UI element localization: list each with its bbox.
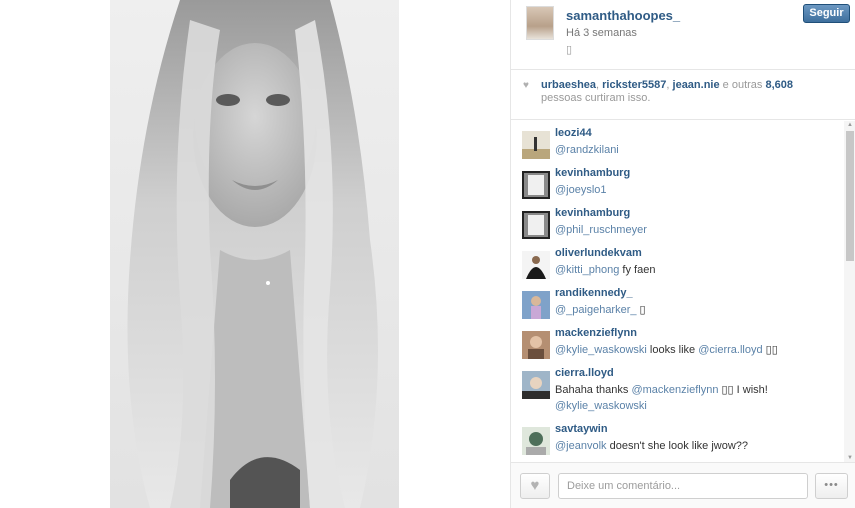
comment-username[interactable]: mackenzieflynn (555, 327, 637, 339)
avatar[interactable] (522, 427, 550, 455)
comment-text: @jeanvolk doesn't she look like jwow?? (555, 438, 835, 454)
comment-username[interactable]: kevinhamburg (555, 167, 630, 179)
avatar[interactable] (522, 291, 550, 319)
liker-link[interactable]: rickster5587 (602, 79, 666, 91)
mention-link[interactable]: @cierra.lloyd (698, 344, 762, 356)
liker-link[interactable]: jeaan.nie (673, 79, 720, 91)
more-options-button[interactable]: ••• (815, 473, 848, 499)
comment-input[interactable] (558, 473, 808, 499)
mention-link[interactable]: @kylie_waskowski (555, 400, 647, 412)
post-timestamp[interactable]: Há 3 semanas (566, 27, 637, 39)
more-options-icon: ••• (824, 479, 839, 491)
comment-body: fy faen (619, 264, 656, 276)
avatar[interactable] (522, 131, 550, 159)
post-username[interactable]: samanthahoopes_ (566, 8, 680, 23)
post-header: samanthahoopes_ Há 3 semanas ▯ Seguir (511, 0, 855, 70)
avatar[interactable] (522, 371, 550, 399)
mention-link[interactable]: @joeyslo1 (555, 184, 607, 196)
comment-username[interactable]: oliverlundekvam (555, 247, 642, 259)
comment-username[interactable]: kevinhamburg (555, 207, 630, 219)
comment-text: @kylie_waskowski looks like @cierra.lloy… (555, 342, 835, 358)
post-panel: samanthahoopes_ Há 3 semanas ▯ Seguir ♥ … (510, 0, 855, 508)
comment-text: @kitti_phong fy faen (555, 262, 835, 278)
comment-body: ▯ (636, 304, 646, 316)
comment-body: Bahaha thanks (555, 384, 632, 396)
comment-username[interactable]: leozi44 (555, 127, 592, 139)
comment-text: Bahaha thanks @mackenzieflynn ▯▯ I wish!… (555, 382, 835, 414)
mention-link[interactable]: @randzkilani (555, 144, 619, 156)
comment-text: @joeyslo1 (555, 182, 835, 198)
scroll-up-arrow-icon[interactable]: ▲ (847, 121, 853, 129)
heart-icon: ♥ (523, 80, 529, 91)
comments-scrollbar[interactable]: ▲ ▼ (844, 121, 855, 462)
scrollbar-thumb[interactable] (846, 131, 854, 261)
heart-icon: ♥ (530, 477, 540, 494)
comment-username[interactable]: savtaywin (555, 423, 608, 435)
follow-button[interactable]: Seguir (803, 4, 850, 23)
likes-suffix: pessoas curtiram isso. (541, 92, 651, 104)
mention-link[interactable]: @phil_ruschmeyer (555, 224, 647, 236)
mention-link[interactable]: @kitti_phong (555, 264, 619, 276)
scroll-down-arrow-icon[interactable]: ▼ (847, 454, 853, 462)
likes-text: urbaeshea, rickster5587, jeaan.nie e out… (541, 79, 793, 104)
avatar[interactable] (526, 6, 554, 40)
mention-link[interactable]: @jeanvolk (555, 440, 607, 452)
avatar[interactable] (522, 211, 550, 239)
post-caption: ▯ (566, 44, 573, 56)
likes-count[interactable]: 8,608 (765, 79, 793, 91)
likes-others-prefix: e outras (722, 79, 763, 91)
photo-area (0, 0, 510, 508)
avatar[interactable] (522, 171, 550, 199)
comment-body: ▯▯ (762, 344, 778, 356)
comment-body: doesn't she look like jwow?? (606, 440, 749, 452)
comments-list: leozi44 @randzkilani kevinhamburg @joeys… (511, 121, 855, 462)
comment-text: @_paigeharker_ ▯ (555, 302, 835, 318)
mention-link[interactable]: @kylie_waskowski (555, 344, 647, 356)
avatar[interactable] (522, 251, 550, 279)
comment-text: @randzkilani (555, 142, 835, 158)
comment-username[interactable]: randikennedy_ (555, 287, 633, 299)
comment-footer: ♥ ••• (511, 462, 855, 508)
comment-body: looks like (646, 344, 699, 356)
mention-link[interactable]: @mackenzieflynn (631, 384, 718, 396)
like-button[interactable]: ♥ (520, 473, 550, 499)
comment-username[interactable]: cierra.lloyd (555, 367, 614, 379)
likes-summary: ♥ urbaeshea, rickster5587, jeaan.nie e o… (511, 70, 855, 120)
portrait-image (110, 0, 399, 508)
liker-link[interactable]: urbaeshea (541, 79, 596, 91)
comment-body: ▯▯ I wish! (718, 384, 768, 396)
post-photo[interactable] (110, 0, 399, 508)
avatar[interactable] (522, 331, 550, 359)
comment-text: @phil_ruschmeyer (555, 222, 835, 238)
mention-link[interactable]: @_paigeharker_ (555, 304, 637, 316)
